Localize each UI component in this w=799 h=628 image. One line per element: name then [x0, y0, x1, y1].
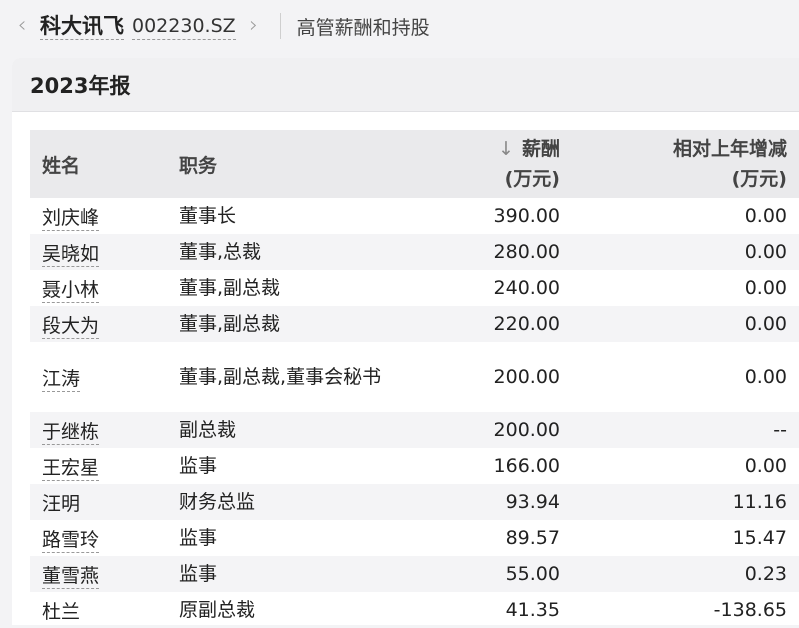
change-header-label: 相对上年增减	[672, 138, 787, 160]
change-value: 0.00	[744, 313, 787, 335]
salary-value: 200.00	[493, 366, 560, 388]
executive-position: 董事,副总裁,董事会秘书	[179, 366, 382, 388]
change-value: -138.65	[713, 599, 787, 621]
table-row: 段大为 董事,副总裁 220.00 0.00	[30, 306, 799, 342]
executive-name[interactable]: 刘庆峰	[42, 206, 100, 231]
executive-name[interactable]: 董雪燕	[42, 564, 100, 589]
executive-compensation-table: 姓名 职务 ↓ 薪酬 (万元) 相对上年增减 (万元) 刘庆峰 董事长 390.0…	[30, 130, 799, 628]
executive-position: 监事	[179, 527, 218, 549]
executive-position: 董事,总裁	[179, 241, 262, 263]
salary-header-label: 薪酬	[521, 138, 560, 160]
header-divider	[279, 13, 281, 39]
executive-name: 汪明	[42, 492, 81, 515]
change-value: 15.47	[732, 527, 787, 549]
salary-value: 166.00	[493, 455, 560, 477]
executive-name[interactable]: 段大为	[42, 314, 100, 339]
company-name[interactable]: 科大讯飞	[40, 13, 124, 40]
change-value: 0.00	[744, 366, 787, 388]
table-row: 董雪燕 监事 55.00 0.23	[30, 556, 799, 592]
executive-name[interactable]: 江涛	[42, 367, 81, 392]
table-row: 于继栋 副总裁 200.00 --	[30, 412, 799, 448]
executive-position: 董事长	[179, 205, 237, 227]
change-value: 0.23	[744, 563, 787, 585]
column-header-name: 姓名	[42, 154, 81, 177]
table-row: 王宏星 监事 166.00 0.00	[30, 448, 799, 484]
report-card: 2023年报 姓名 职务 ↓ 薪酬 (万元) 相对上年增减 (万元) 刘庆峰 董…	[12, 58, 799, 625]
chevron-right-icon[interactable]: ›	[244, 15, 264, 37]
change-value: 0.00	[744, 455, 787, 477]
change-value: 0.00	[744, 277, 787, 299]
salary-header-unit: (万元)	[504, 168, 560, 190]
page-subtitle: 高管薪酬和持股	[296, 16, 430, 39]
salary-value: 41.35	[505, 599, 560, 621]
executive-name[interactable]: 路雪玲	[42, 528, 100, 553]
executive-position: 董事,副总裁	[179, 277, 281, 299]
report-header: 2023年报	[12, 58, 799, 112]
executive-name[interactable]: 聂小林	[42, 278, 100, 303]
stock-code[interactable]: 002230.SZ	[132, 13, 236, 40]
executive-position: 财务总监	[179, 491, 256, 513]
executive-position: 副总裁	[179, 419, 237, 441]
executive-position: 原副总裁	[179, 599, 256, 621]
chevron-left-icon[interactable]: ‹	[12, 15, 32, 37]
salary-value: 220.00	[493, 313, 560, 335]
table-row: 刘庆峰 董事长 390.00 0.00	[30, 198, 799, 234]
salary-value: 89.57	[505, 527, 560, 549]
table-header-row: 姓名 职务 ↓ 薪酬 (万元) 相对上年增减 (万元)	[30, 130, 799, 198]
column-header-position: 职务	[179, 154, 218, 177]
change-value: 0.00	[744, 241, 787, 263]
change-header-unit: (万元)	[731, 168, 787, 190]
table-row: 杜兰 原副总裁 41.35 -138.65	[30, 592, 799, 628]
executive-name: 杜兰	[42, 600, 81, 623]
executive-name[interactable]: 于继栋	[42, 420, 100, 445]
column-header-salary[interactable]: ↓ 薪酬 (万元)	[394, 130, 560, 198]
salary-value: 93.94	[505, 491, 560, 513]
executive-position: 董事,副总裁	[179, 313, 281, 335]
change-value: 0.00	[744, 205, 787, 227]
executive-name[interactable]: 吴晓如	[42, 242, 100, 267]
table-row: 吴晓如 董事,总裁 280.00 0.00	[30, 234, 799, 270]
executive-position: 监事	[179, 563, 218, 585]
change-value: --	[773, 419, 787, 441]
table-row: 路雪玲 监事 89.57 15.47	[30, 520, 799, 556]
change-value: 11.16	[732, 491, 787, 513]
sort-down-icon[interactable]: ↓	[498, 138, 514, 160]
table-row: 汪明 财务总监 93.94 11.16	[30, 484, 799, 520]
executive-position: 监事	[179, 455, 218, 477]
salary-value: 55.00	[505, 563, 560, 585]
table-row: 聂小林 董事,副总裁 240.00 0.00	[30, 270, 799, 306]
salary-value: 390.00	[493, 205, 560, 227]
salary-value: 280.00	[493, 241, 560, 263]
top-bar: ‹ 科大讯飞 002230.SZ › 高管薪酬和持股	[0, 0, 799, 52]
table-row: 江涛 董事,副总裁,董事会秘书 200.00 0.00	[30, 342, 799, 412]
salary-value: 240.00	[493, 277, 560, 299]
executive-name[interactable]: 王宏星	[42, 456, 100, 481]
column-header-change[interactable]: 相对上年增减 (万元)	[560, 130, 799, 198]
report-title: 2023年报	[30, 73, 131, 98]
salary-value: 200.00	[493, 419, 560, 441]
